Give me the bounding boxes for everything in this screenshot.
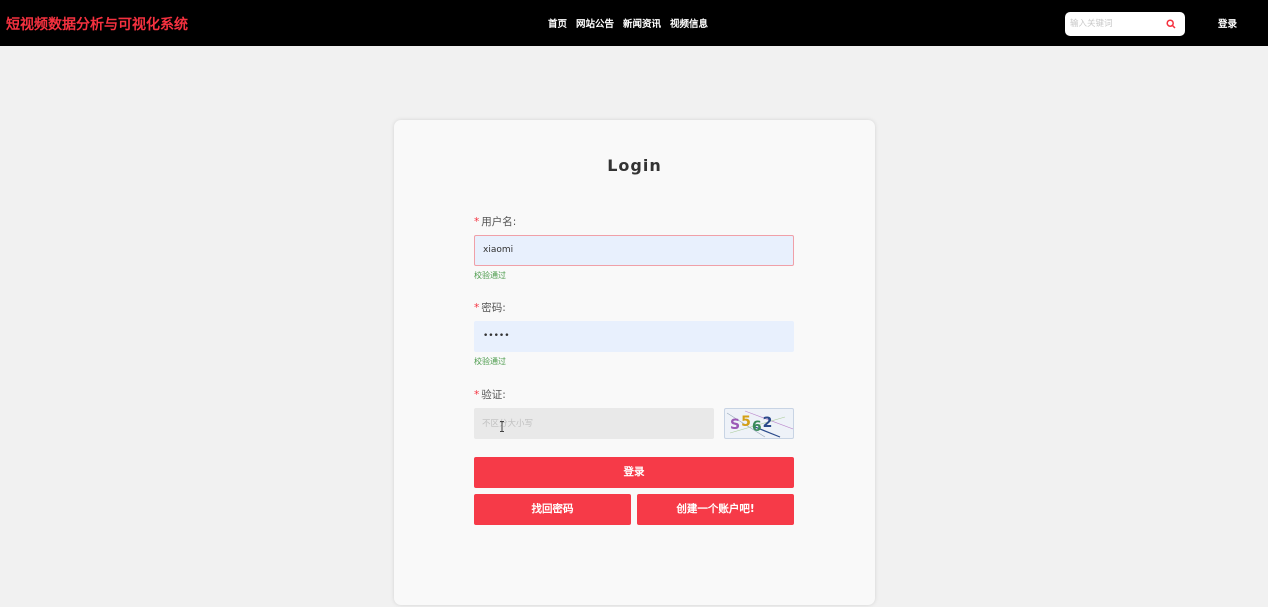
- brand-title: 短视频数据分析与可视化系统: [6, 17, 188, 33]
- required-mark: *: [474, 216, 480, 228]
- captcha-input[interactable]: [474, 408, 714, 439]
- captcha-image[interactable]: S562: [724, 408, 794, 439]
- login-card: Login * 用户名: xiaomi 校验通过 * 密码: ••••• 校验通过 …: [394, 120, 875, 605]
- nav-item-announcements[interactable]: 网站公告: [576, 16, 614, 30]
- captcha-graphic: S562: [726, 410, 793, 438]
- top-navbar: 短视频数据分析与可视化系统 首页 网站公告 新闻资讯 视频信息 登录: [0, 0, 1268, 46]
- search-icon[interactable]: [1166, 19, 1176, 29]
- main-nav: 首页 网站公告 新闻资讯 视频信息: [548, 16, 708, 30]
- create-account-button[interactable]: 创建一个账户吧!: [637, 494, 794, 525]
- password-label-text: 密码:: [481, 302, 506, 314]
- password-field[interactable]: •••••: [474, 321, 794, 352]
- username-valid-hint: 校验通过: [474, 271, 506, 280]
- find-password-button[interactable]: 找回密码: [474, 494, 631, 525]
- header-login-link[interactable]: 登录: [1218, 16, 1237, 30]
- password-label: * 密码:: [474, 300, 506, 315]
- nav-item-home[interactable]: 首页: [548, 16, 567, 30]
- required-mark: *: [474, 302, 480, 314]
- username-field[interactable]: xiaomi: [474, 235, 794, 266]
- username-label-text: 用户名:: [481, 216, 517, 228]
- page-title: Login: [607, 156, 662, 175]
- nav-item-news[interactable]: 新闻资讯: [623, 16, 661, 30]
- nav-item-video-info[interactable]: 视频信息: [670, 16, 708, 30]
- captcha-label: * 验证:: [474, 387, 506, 402]
- required-mark: *: [474, 389, 480, 401]
- search-box: [1065, 12, 1185, 36]
- login-button[interactable]: 登录: [474, 457, 794, 488]
- search-input[interactable]: [1070, 16, 1160, 32]
- captcha-label-text: 验证:: [481, 389, 506, 401]
- username-label: * 用户名:: [474, 214, 516, 229]
- text-cursor-icon: [500, 421, 504, 432]
- password-valid-hint: 校验通过: [474, 357, 506, 366]
